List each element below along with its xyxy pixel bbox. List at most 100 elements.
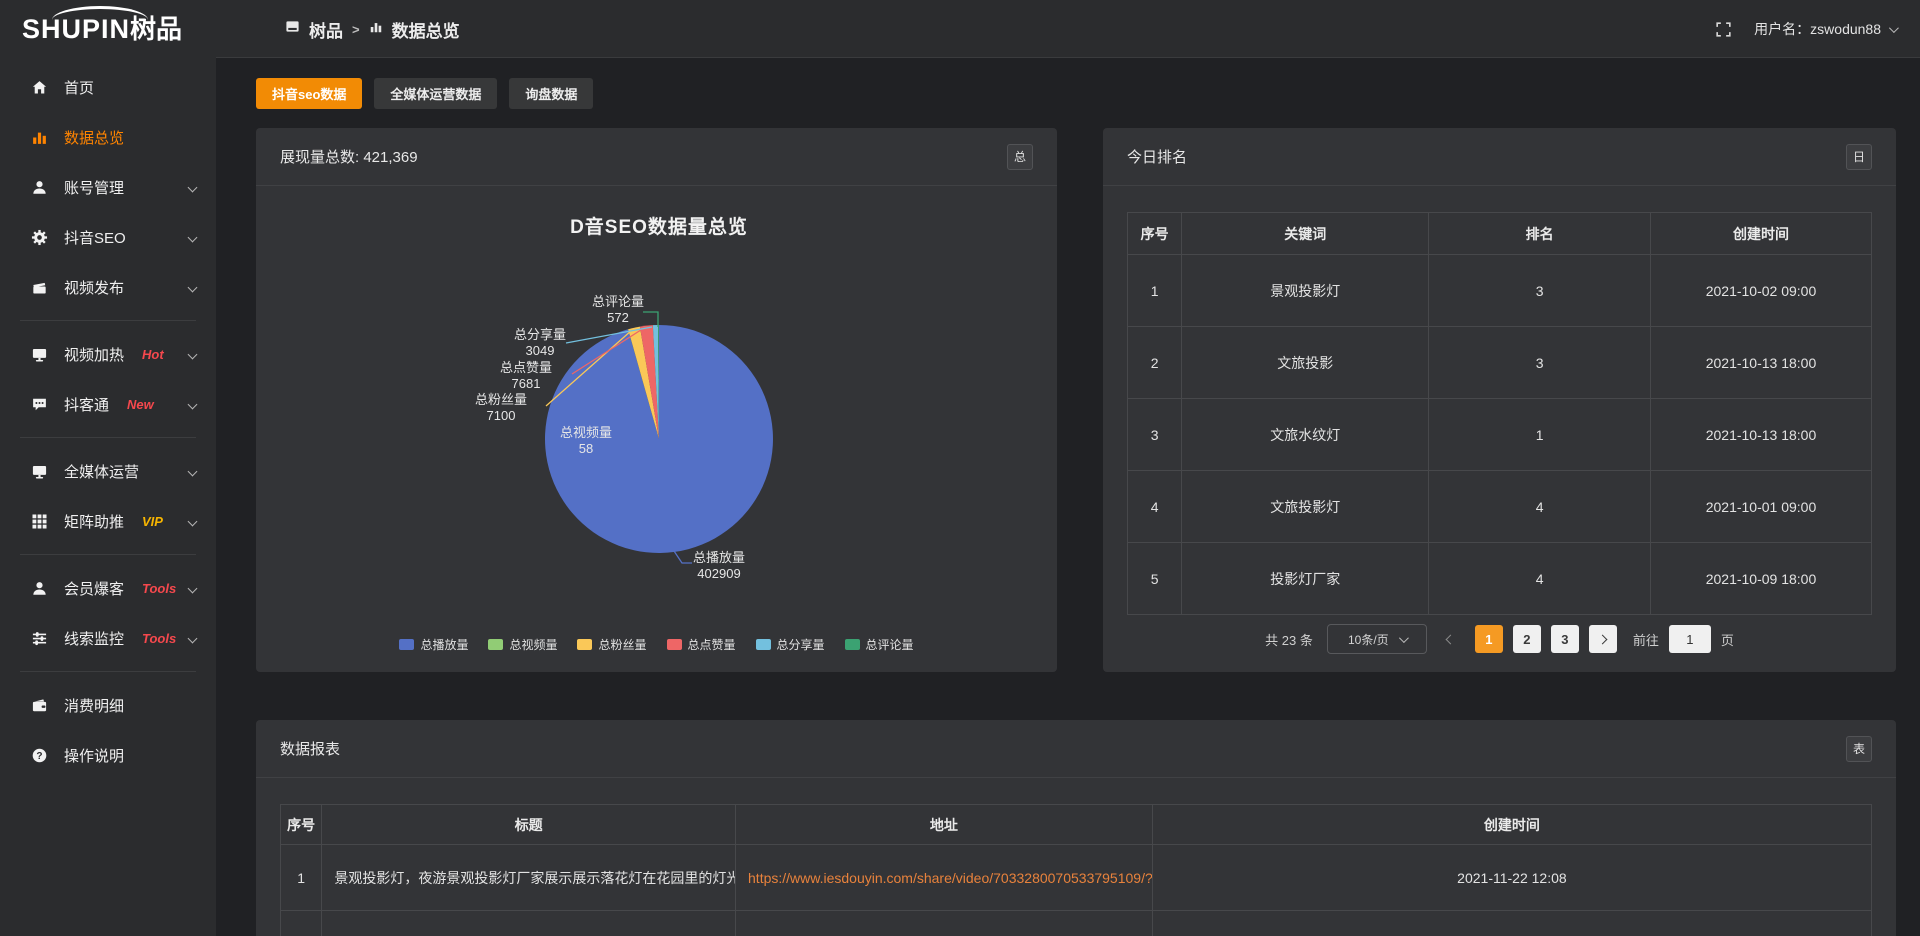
legend-item-总播放量[interactable]: 总播放量 [399, 636, 468, 653]
next-page-button[interactable] [1589, 625, 1617, 653]
report-table: 序号标题地址创建时间 1景观投影灯，夜游景观投影灯厂家展示展示落花灯在花园里的灯… [280, 804, 1872, 936]
tab-3[interactable]: 询盘数据 [509, 78, 593, 109]
sidebar-item-8[interactable]: 全媒体运营 [0, 446, 216, 496]
breadcrumb-current[interactable]: 数据总览 [392, 17, 460, 42]
bar-chart-icon [30, 128, 48, 146]
sidebar-item-3[interactable]: 账号管理 [0, 162, 216, 212]
legend-item-总点赞量[interactable]: 总点赞量 [667, 636, 736, 653]
rank-cell: 文旅投影灯 [1182, 471, 1429, 543]
rank-cell: 2 [1128, 327, 1182, 399]
tab-2[interactable]: 全媒体运营数据 [374, 78, 497, 109]
sidebar-divider [20, 671, 196, 672]
sidebar-item-label: 全媒体运营 [64, 461, 139, 482]
sidebar-item-11[interactable]: 线索监控Tools [0, 613, 216, 663]
clapperboard-icon [30, 278, 48, 296]
user-menu[interactable]: 用户名：zswodun88 [1754, 19, 1896, 39]
sidebar-item-13[interactable]: ?操作说明 [0, 730, 216, 780]
rank-cell: 2021-10-02 09:00 [1651, 255, 1872, 327]
pie-label-总视频量: 总视频量58 [541, 425, 631, 457]
sidebar-item-2[interactable]: 数据总览 [0, 112, 216, 162]
legend-swatch [488, 639, 503, 650]
legend-label: 总评论量 [866, 636, 914, 653]
rank-cell: 3 [1429, 255, 1651, 327]
sidebar-item-12[interactable]: 消费明细 [0, 680, 216, 730]
pie-label-value: 572 [573, 310, 663, 326]
page-size-value: 10条/页 [1348, 631, 1389, 648]
sidebar-divider [20, 320, 196, 321]
legend-item-总视频量[interactable]: 总视频量 [488, 636, 557, 653]
chevron-down-icon [188, 466, 198, 476]
brand-logo[interactable]: SHUPIN树品 [22, 8, 216, 50]
user-icon [30, 178, 48, 196]
legend-item-总评论量[interactable]: 总评论量 [845, 636, 914, 653]
report-col-header: 创建时间 [1152, 805, 1871, 845]
rank-col-header: 创建时间 [1651, 213, 1872, 255]
chevron-down-icon [1889, 23, 1899, 33]
header-right-controls: 用户名：zswodun88 [1715, 0, 1896, 58]
chevron-left-icon [1446, 634, 1456, 644]
tab-1[interactable]: 抖音seo数据 [256, 78, 362, 109]
day-view-badge[interactable]: 日 [1846, 144, 1872, 170]
report-cell-created: 2021-11-22 12:08 [1152, 845, 1871, 911]
breadcrumb-chart-icon [369, 20, 383, 39]
sidebar-item-badge: Hot [142, 347, 164, 362]
sidebar-item-label: 账号管理 [64, 177, 124, 198]
sidebar-item-10[interactable]: 会员爆客Tools [0, 563, 216, 613]
breadcrumb-separator: > [352, 22, 360, 37]
rank-table-row: 1景观投影灯32021-10-02 09:00 [1128, 255, 1872, 327]
legend-label: 总播放量 [420, 636, 468, 653]
legend-item-总粉丝量[interactable]: 总粉丝量 [577, 636, 646, 653]
pie-chart: D音SEO数据量总览 总播放量402909总视频量58总粉丝量7100总点赞量7… [256, 128, 1057, 672]
sidebar-item-label: 数据总览 [64, 127, 124, 148]
report-cell-empty [322, 911, 736, 936]
legend-item-总分享量[interactable]: 总分享量 [756, 636, 825, 653]
fullscreen-icon[interactable] [1715, 21, 1732, 38]
member-icon [30, 579, 48, 597]
chevron-down-icon [188, 633, 198, 643]
report-cell-empty [736, 911, 1153, 936]
sidebar-item-4[interactable]: 抖音SEO [0, 212, 216, 262]
page-button-2[interactable]: 2 [1513, 625, 1541, 653]
rank-table-row: 4文旅投影灯42021-10-01 09:00 [1128, 471, 1872, 543]
report-table-row: 1景观投影灯，夜游景观投影灯厂家展示展示落花灯在花园里的灯光投影应用效果 #ht… [281, 845, 1872, 911]
sidebar-item-label: 视频加热 [64, 344, 124, 365]
rank-cell: 2021-10-01 09:00 [1651, 471, 1872, 543]
sidebar-item-1[interactable]: 首页 [0, 62, 216, 112]
chevron-down-icon [188, 182, 198, 192]
table-view-badge[interactable]: 表 [1846, 736, 1872, 762]
sidebar-item-7[interactable]: 抖客通New [0, 379, 216, 429]
page-button-1[interactable]: 1 [1475, 625, 1503, 653]
sidebar-item-6[interactable]: 视频加热 Hot [0, 329, 216, 379]
report-col-header: 序号 [281, 805, 322, 845]
page-size-select[interactable]: 10条/页 [1327, 624, 1427, 654]
pie-label-name: 总视频量 [541, 425, 631, 441]
report-cell-url: https://www.iesdouyin.com/share/video/70… [736, 845, 1153, 911]
sidebar-item-5[interactable]: 视频发布 [0, 262, 216, 312]
page-button-3[interactable]: 3 [1551, 625, 1579, 653]
sidebar-item-label: 消费明细 [64, 695, 124, 716]
pie-label-name: 总点赞量 [481, 360, 571, 376]
breadcrumb-root[interactable]: 树品 [309, 17, 343, 42]
rank-cell: 投影灯厂家 [1182, 543, 1429, 615]
prev-page-button[interactable] [1437, 625, 1465, 653]
rank-cell: 景观投影灯 [1182, 255, 1429, 327]
chevron-down-icon [188, 349, 198, 359]
pie-label-name: 总播放量 [674, 550, 764, 566]
rank-col-header: 排名 [1429, 213, 1651, 255]
sidebar-nav: 首页数据总览账号管理抖音SEO视频发布视频加热 Hot 抖客通New 全媒体运营矩阵助… [0, 58, 216, 936]
gear-icon [30, 228, 48, 246]
goto-page-input[interactable] [1669, 625, 1711, 653]
impressions-chart-panel: 展现量总数: 421,369 总 D音SEO数据量总览 总播放量402909总视… [256, 128, 1057, 672]
pie-label-总分享量: 总分享量3049 [495, 327, 585, 359]
data-tabs: 抖音seo数据全媒体运营数据询盘数据 [256, 78, 593, 109]
report-cell-empty [1152, 911, 1871, 936]
report-link[interactable]: https://www.iesdouyin.com/share/video/70… [748, 870, 1152, 886]
sidebar-item-9[interactable]: 矩阵助推VIP [0, 496, 216, 546]
rank-cell: 文旅投影 [1182, 327, 1429, 399]
sidebar-item-label: 会员爆客 [64, 578, 124, 599]
header-divider [216, 57, 1920, 58]
rank-col-header: 关键词 [1182, 213, 1429, 255]
sidebar-item-label: 线索监控 [64, 628, 124, 649]
sidebar-item-label: 抖客通 [64, 394, 109, 415]
pie-label-value: 58 [541, 441, 631, 457]
